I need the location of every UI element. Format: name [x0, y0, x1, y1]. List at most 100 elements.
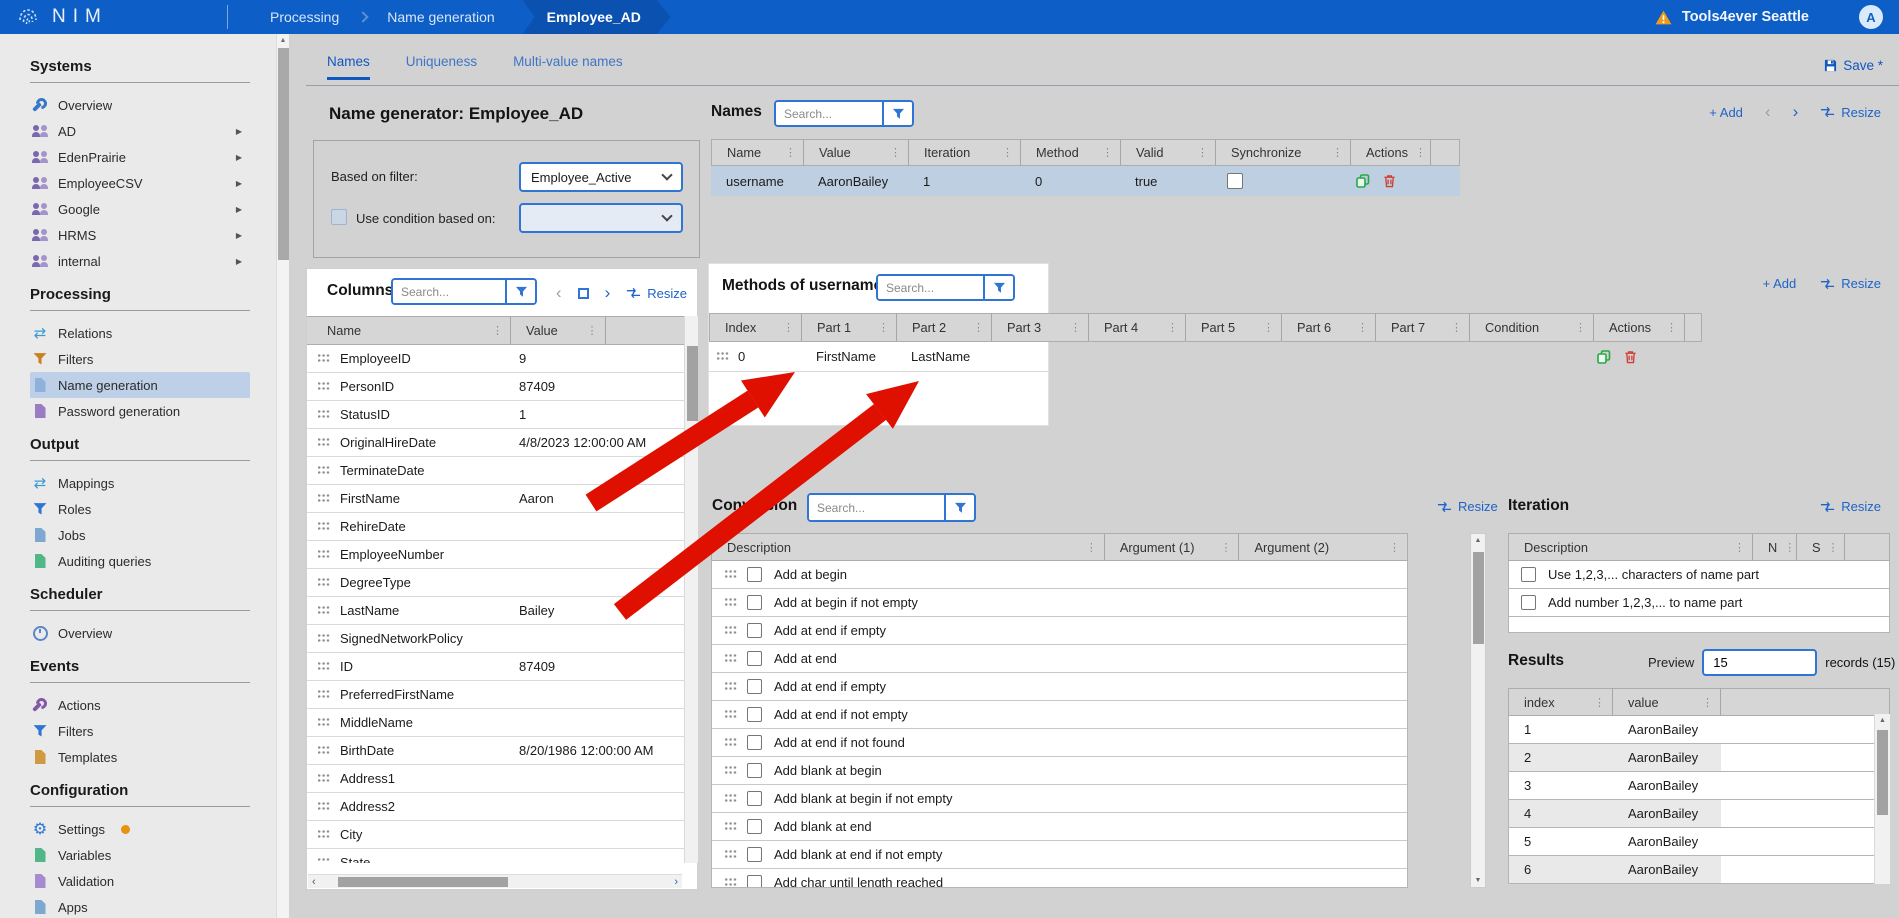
- drag-handle-icon[interactable]: [317, 381, 330, 392]
- tenant-name[interactable]: Tools4ever Seattle: [1682, 9, 1809, 25]
- column-menu-icon[interactable]: ⋮: [1079, 541, 1104, 554]
- conversion-checkbox[interactable]: [747, 847, 762, 862]
- columns-table-row[interactable]: FirstName Aaron: [307, 485, 684, 513]
- filter-funnel-icon[interactable]: [505, 280, 535, 303]
- methods-column-header[interactable]: Part 5 ⋮: [1186, 314, 1282, 341]
- columns-resize-button[interactable]: Resize: [626, 286, 687, 301]
- column-menu-icon[interactable]: ⋮: [1095, 146, 1120, 159]
- conversion-checkbox[interactable]: [747, 679, 762, 694]
- conversion-row[interactable]: Add at end if not found: [712, 729, 1407, 757]
- conversion-checkbox[interactable]: [747, 819, 762, 834]
- drag-handle-icon[interactable]: [317, 521, 330, 532]
- columns-hscrollbar[interactable]: ‹ ›: [308, 874, 682, 888]
- conversion-checkbox[interactable]: [747, 651, 762, 666]
- iteration-column-header[interactable]: Description ⋮: [1509, 534, 1753, 560]
- results-row[interactable]: 1 AaronBailey: [1508, 716, 1890, 744]
- drag-handle-icon[interactable]: [716, 351, 729, 362]
- breadcrumb-name-generation[interactable]: Name generation: [371, 9, 510, 25]
- drag-handle-icon[interactable]: [317, 437, 330, 448]
- conversion-column-header[interactable]: Argument (1) ⋮: [1105, 534, 1240, 560]
- iteration-checkbox[interactable]: [1521, 595, 1536, 610]
- drag-handle-icon[interactable]: [317, 633, 330, 644]
- sidebar-item[interactable]: Validation ▶: [30, 868, 250, 894]
- column-menu-icon[interactable]: ⋮: [1695, 696, 1720, 709]
- condition-select[interactable]: [519, 203, 683, 233]
- columns-table-row[interactable]: DegreeType: [307, 569, 684, 597]
- names-next-icon[interactable]: ›: [1793, 102, 1799, 122]
- conversion-row[interactable]: Add at end if not empty: [712, 701, 1407, 729]
- conversion-checkbox[interactable]: [747, 595, 762, 610]
- sidebar-item[interactable]: HRMS ▶: [30, 222, 250, 248]
- tab-names[interactable]: Names: [327, 54, 370, 80]
- drag-handle-icon[interactable]: [317, 577, 330, 588]
- names-add-button[interactable]: + Add: [1709, 105, 1743, 120]
- methods-add-button[interactable]: + Add: [1763, 276, 1797, 291]
- names-column-header[interactable]: Method ⋮: [1021, 140, 1121, 165]
- drag-handle-icon[interactable]: [317, 409, 330, 420]
- sidebar-scrollbar-thumb[interactable]: [278, 48, 289, 260]
- conversion-checkbox[interactable]: [747, 567, 762, 582]
- sidebar-item[interactable]: Mappings ▶: [30, 470, 250, 496]
- scroll-right-icon[interactable]: ›: [670, 876, 682, 888]
- select-page-icon[interactable]: [578, 288, 589, 299]
- conversion-checkbox[interactable]: [747, 875, 762, 888]
- scroll-up-icon[interactable]: ▲: [277, 34, 289, 47]
- conversion-search-input[interactable]: [809, 495, 944, 520]
- columns-vscrollbar[interactable]: [684, 316, 698, 863]
- columns-table-row[interactable]: Address2: [307, 793, 684, 821]
- columns-table-row[interactable]: PreferredFirstName: [307, 681, 684, 709]
- columns-table-row[interactable]: StatusID 1: [307, 401, 684, 429]
- columns-table-row[interactable]: MiddleName: [307, 709, 684, 737]
- column-menu-icon[interactable]: ⋮: [1444, 321, 1469, 334]
- columns-hscrollbar-thumb[interactable]: [338, 877, 508, 887]
- filter-funnel-icon[interactable]: [944, 495, 974, 520]
- methods-column-header[interactable]: Index ⋮: [710, 314, 802, 341]
- names-column-header[interactable]: Iteration ⋮: [909, 140, 1021, 165]
- results-row[interactable]: 4 AaronBailey: [1508, 800, 1890, 828]
- use-condition-checkbox[interactable]: [331, 209, 347, 225]
- conversion-checkbox[interactable]: [747, 763, 762, 778]
- save-button[interactable]: Save *: [1824, 58, 1883, 73]
- column-menu-icon[interactable]: ⋮: [1382, 541, 1407, 554]
- drag-handle-icon[interactable]: [317, 465, 330, 476]
- sidebar-item[interactable]: Jobs ▶: [30, 522, 250, 548]
- sidebar-item[interactable]: EmployeeCSV ▶: [30, 170, 250, 196]
- drag-handle-icon[interactable]: [724, 653, 737, 664]
- columns-table-row[interactable]: OriginalHireDate 4/8/2023 12:00:00 AM: [307, 429, 684, 457]
- methods-resize-button[interactable]: Resize: [1820, 276, 1881, 291]
- drag-handle-icon[interactable]: [724, 793, 737, 804]
- sidebar-item[interactable]: Filters ▶: [30, 346, 250, 372]
- drag-handle-icon[interactable]: [724, 737, 737, 748]
- column-menu-icon[interactable]: ⋮: [1821, 541, 1846, 554]
- iteration-row[interactable]: Use 1,2,3,... characters of name part: [1508, 561, 1890, 589]
- submenu-arrow-icon[interactable]: ▶: [236, 205, 242, 214]
- drag-handle-icon[interactable]: [317, 549, 330, 560]
- scroll-left-icon[interactable]: ‹: [308, 876, 320, 888]
- app-logo[interactable]: NIM: [0, 5, 227, 29]
- column-menu-icon[interactable]: ⋮: [1659, 321, 1684, 334]
- sidebar-item[interactable]: Overview ▶: [30, 620, 250, 646]
- drag-handle-icon[interactable]: [317, 773, 330, 784]
- submenu-arrow-icon[interactable]: ▶: [236, 153, 242, 162]
- drag-handle-icon[interactable]: [317, 829, 330, 840]
- submenu-arrow-icon[interactable]: ▶: [236, 127, 242, 136]
- column-menu-icon[interactable]: ⋮: [1213, 541, 1238, 554]
- sidebar-item[interactable]: Auditing queries ▶: [30, 548, 250, 574]
- columns-table-row[interactable]: SignedNetworkPolicy: [307, 625, 684, 653]
- column-menu-icon[interactable]: ⋮: [1190, 146, 1215, 159]
- conversion-row[interactable]: Add char until length reached: [712, 869, 1407, 888]
- breadcrumb-processing[interactable]: Processing: [254, 9, 355, 25]
- methods-column-header[interactable]: Part 3 ⋮: [992, 314, 1089, 341]
- columns-table-row[interactable]: RehireDate: [307, 513, 684, 541]
- column-menu-icon[interactable]: ⋮: [1727, 541, 1752, 554]
- conversion-row[interactable]: Add at end if empty: [712, 673, 1407, 701]
- sidebar-item[interactable]: Filters ▶: [30, 718, 250, 744]
- columns-column-header[interactable]: Name ⋮: [307, 317, 511, 344]
- conversion-resize-button[interactable]: Resize: [1437, 499, 1498, 514]
- drag-handle-icon[interactable]: [317, 493, 330, 504]
- tab-uniqueness[interactable]: Uniqueness: [406, 54, 477, 80]
- columns-table-row[interactable]: ID 87409: [307, 653, 684, 681]
- column-menu-icon[interactable]: ⋮: [778, 146, 803, 159]
- column-menu-icon[interactable]: ⋮: [1408, 146, 1433, 159]
- drag-handle-icon[interactable]: [317, 661, 330, 672]
